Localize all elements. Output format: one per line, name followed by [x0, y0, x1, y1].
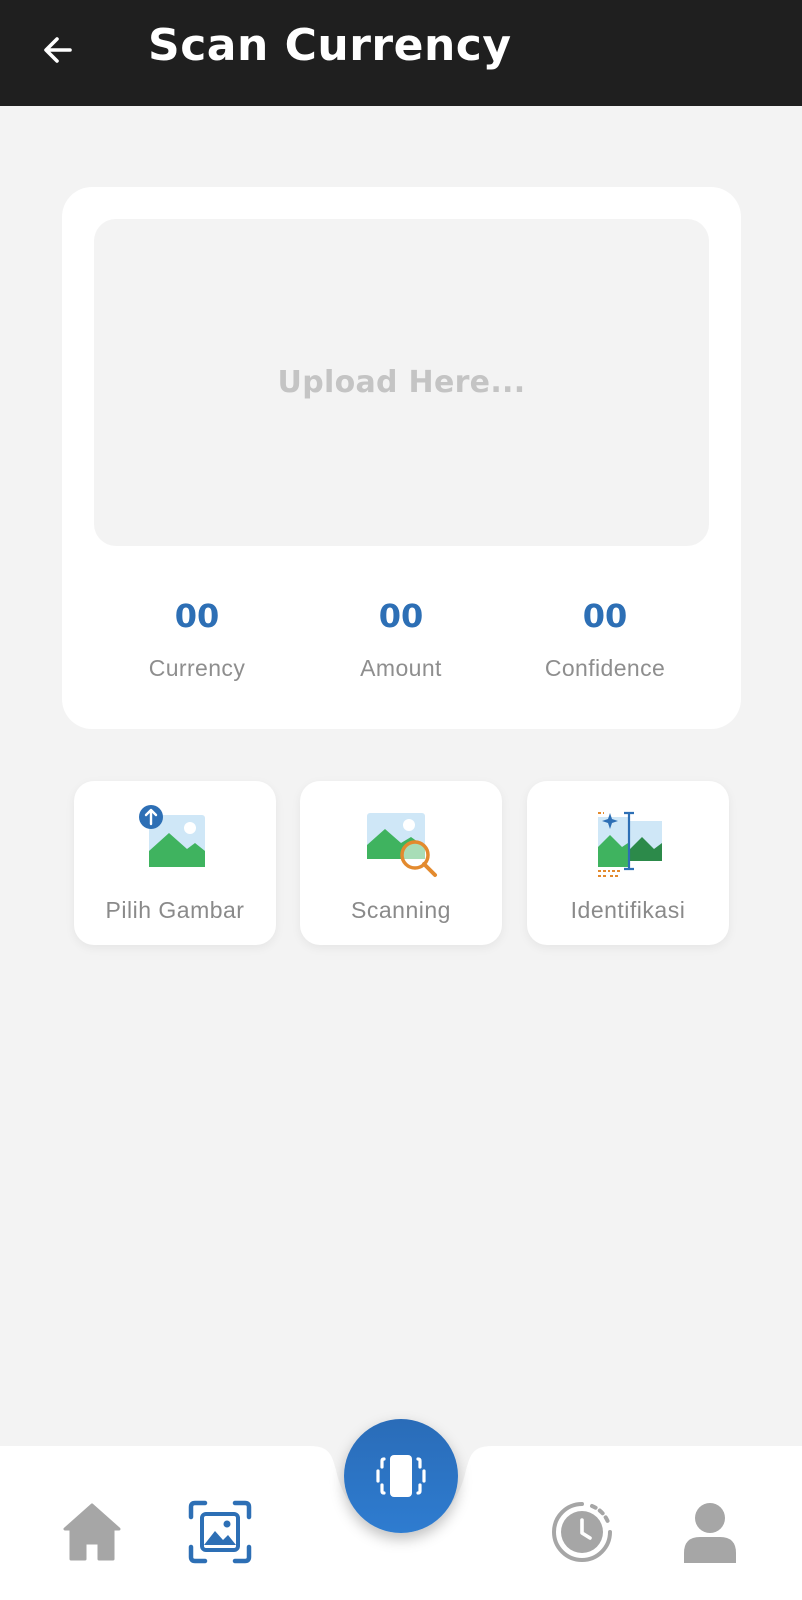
image-identify-icon	[598, 811, 662, 877]
image-upload-icon	[139, 805, 205, 867]
pilih-gambar-label: Pilih Gambar	[105, 897, 245, 923]
identifikasi-label: Identifikasi	[570, 897, 686, 923]
stat-amount-label: Amount	[360, 655, 442, 681]
stat-amount: 00 Amount	[301, 597, 501, 682]
stat-confidence: 00 Confidence	[505, 597, 705, 682]
arrow-left-icon	[44, 37, 72, 63]
stat-currency-label: Currency	[148, 655, 246, 681]
nav-home[interactable]	[56, 1496, 128, 1568]
stat-currency-value: 00	[174, 597, 220, 635]
gallery-scan-icon	[188, 1500, 252, 1564]
nav-history[interactable]	[546, 1496, 618, 1568]
image-search-icon	[367, 813, 437, 877]
history-clock-icon	[552, 1502, 612, 1562]
scan-phone-icon	[376, 1455, 426, 1497]
page-title: Scan Currency	[148, 20, 512, 71]
nav-gallery-scan[interactable]	[184, 1496, 256, 1568]
nav-profile[interactable]	[674, 1496, 746, 1568]
stat-amount-value: 00	[378, 597, 424, 635]
stat-confidence-value: 00	[582, 597, 628, 635]
stat-currency: 00 Currency	[97, 597, 297, 682]
home-icon	[63, 1503, 121, 1561]
identifikasi-button[interactable]: Identifikasi	[527, 781, 729, 945]
upload-placeholder: Upload Here...	[277, 365, 526, 400]
pilih-gambar-button[interactable]: Pilih Gambar	[74, 781, 276, 945]
back-button[interactable]	[36, 28, 80, 72]
scanning-label: Scanning	[351, 897, 451, 923]
upload-area[interactable]: Upload Here...	[94, 219, 709, 546]
scan-fab-button[interactable]	[344, 1419, 458, 1533]
scanning-button[interactable]: Scanning	[300, 781, 502, 945]
result-card: Upload Here... 00 Currency 00 Amount 00 …	[62, 187, 741, 729]
stat-confidence-label: Confidence	[544, 655, 666, 681]
app-bar: Scan Currency	[0, 0, 802, 106]
profile-icon	[684, 1503, 736, 1563]
